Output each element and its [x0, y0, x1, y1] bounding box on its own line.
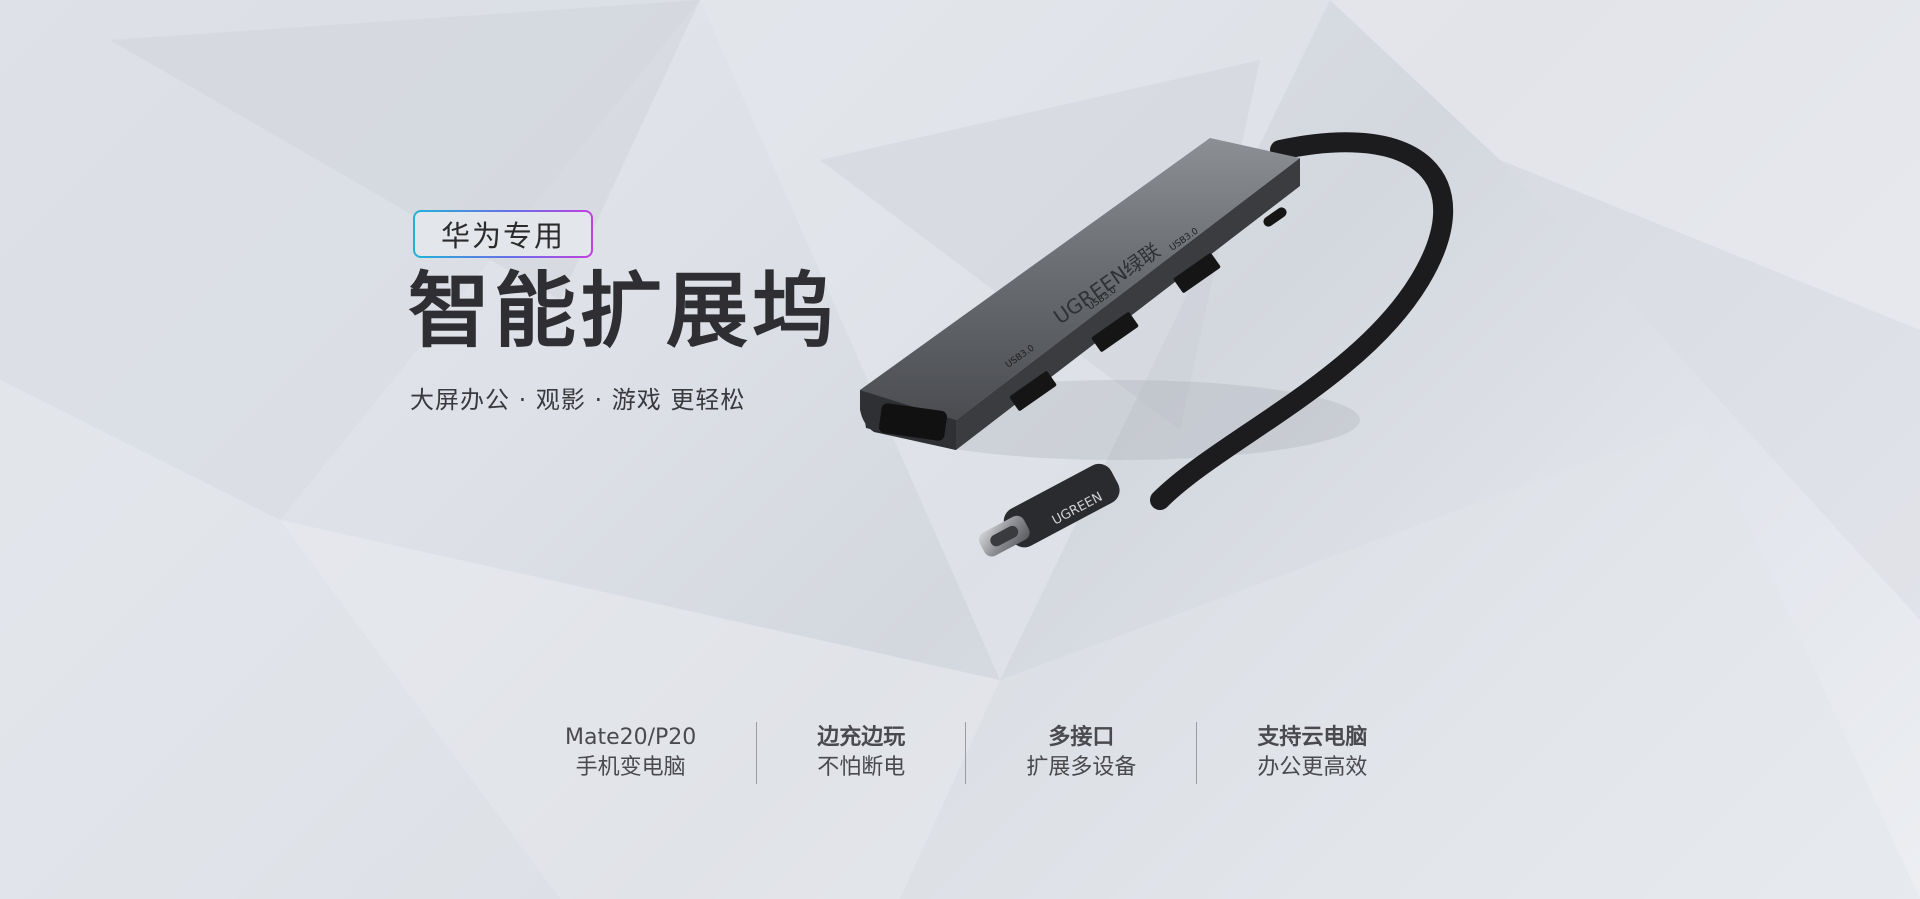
feature-title: 边充边玩: [817, 725, 906, 750]
huawei-exclusive-badge: 华为专用: [413, 210, 593, 258]
feature-item: 多接口 扩展多设备: [966, 721, 1196, 785]
feature-desc: 手机变电脑: [575, 755, 686, 780]
feature-title: 多接口: [1048, 725, 1115, 750]
feature-title: Mate20/P20: [565, 725, 697, 750]
promo-banner: 华为专用 智能扩展坞 大屏办公 · 观影 · 游戏 更轻松 USB3.0 USB…: [0, 0, 1920, 899]
page-subtitle: 大屏办公 · 观影 · 游戏 更轻松: [410, 386, 746, 414]
badge-label: 华为专用: [415, 212, 591, 256]
feature-title: 支持云电脑: [1257, 725, 1368, 750]
page-title: 智能扩展坞: [408, 264, 839, 359]
feature-item: 边充边玩 不怕断电: [757, 721, 965, 785]
feature-highlights: Mate20/P20 手机变电脑 边充边玩 不怕断电 多接口 扩展多设备 支持云…: [505, 718, 1427, 788]
feature-item: Mate20/P20 手机变电脑: [505, 721, 756, 785]
feature-desc: 不怕断电: [817, 755, 906, 780]
feature-desc: 办公更高效: [1257, 755, 1368, 780]
usb-c-hub-product-image: USB3.0 USB3.0 USB3.0 UGREEN绿联 UGREEN: [860, 132, 1454, 557]
feature-desc: 扩展多设备: [1026, 755, 1137, 780]
usb-c-plug: [978, 463, 1120, 557]
feature-item: 支持云电脑 办公更高效: [1197, 721, 1427, 785]
